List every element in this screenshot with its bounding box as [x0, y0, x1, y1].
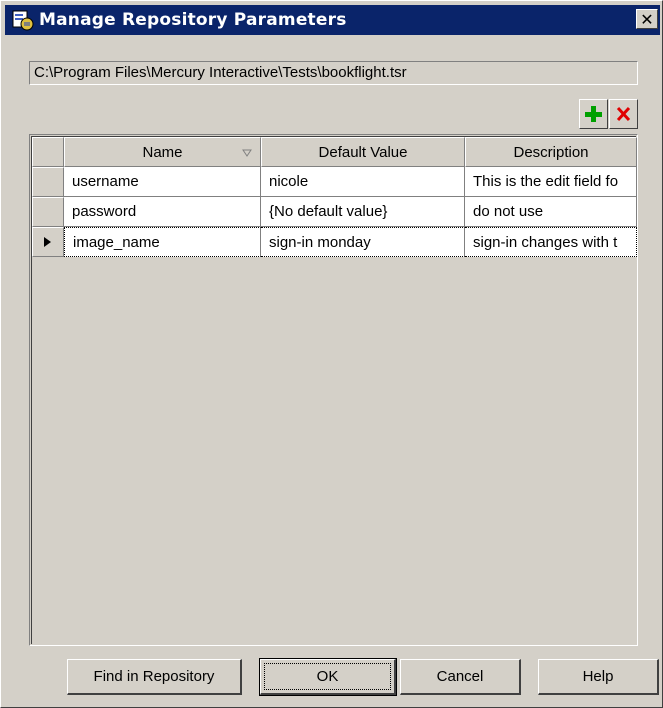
ok-button[interactable]: OK: [259, 658, 397, 696]
parameter-name-cell[interactable]: password: [64, 197, 261, 227]
table-row[interactable]: password {No default value} do not use: [32, 197, 637, 227]
close-icon: ✕: [640, 10, 654, 29]
parameter-name-cell[interactable]: username: [64, 167, 261, 197]
grid-header: Name Default Value Description: [32, 137, 637, 167]
help-button[interactable]: Help: [538, 659, 659, 695]
column-header-description[interactable]: Description: [465, 137, 637, 167]
table-row[interactable]: image_name sign-in monday sign-in change…: [32, 227, 637, 257]
cancel-button[interactable]: Cancel: [400, 659, 521, 695]
title-bar[interactable]: Manage Repository Parameters ✕: [5, 5, 660, 35]
plus-icon: [585, 106, 602, 122]
column-header-default-value[interactable]: Default Value: [261, 137, 465, 167]
repository-path-field: C:\Program Files\Mercury Interactive\Tes…: [29, 61, 638, 85]
find-in-repository-button[interactable]: Find in Repository: [67, 659, 242, 695]
row-indicator[interactable]: [32, 227, 64, 257]
dialog-window: Manage Repository Parameters ✕ C:\Progra…: [0, 0, 663, 708]
column-header-label: Name: [142, 144, 183, 161]
add-parameter-button[interactable]: [579, 99, 608, 129]
row-indicator[interactable]: [32, 197, 64, 227]
close-button[interactable]: ✕: [636, 9, 658, 29]
header-corner: [32, 137, 64, 167]
column-header-label: Description: [513, 144, 589, 161]
window-title: Manage Repository Parameters: [39, 10, 347, 30]
delete-parameter-button[interactable]: [609, 99, 638, 129]
delete-x-icon: [616, 106, 631, 122]
column-header-label: Default Value: [318, 144, 408, 161]
table-row[interactable]: username nicole This is the edit field f…: [32, 167, 637, 197]
default-value-cell[interactable]: nicole: [261, 167, 465, 197]
parameters-grid[interactable]: Name Default Value Description username …: [29, 134, 638, 646]
column-header-name[interactable]: Name: [64, 137, 261, 167]
description-cell[interactable]: do not use: [465, 197, 637, 227]
current-row-arrow-icon: [44, 237, 51, 247]
row-indicator[interactable]: [32, 167, 64, 197]
repository-icon: [12, 10, 34, 31]
description-cell[interactable]: sign-in changes with t: [465, 227, 637, 257]
sort-indicator-icon: [242, 149, 252, 157]
default-value-cell[interactable]: {No default value}: [261, 197, 465, 227]
default-value-cell[interactable]: sign-in monday: [261, 227, 465, 257]
parameter-name-cell[interactable]: image_name: [64, 227, 261, 257]
description-cell[interactable]: This is the edit field fo: [465, 167, 637, 197]
